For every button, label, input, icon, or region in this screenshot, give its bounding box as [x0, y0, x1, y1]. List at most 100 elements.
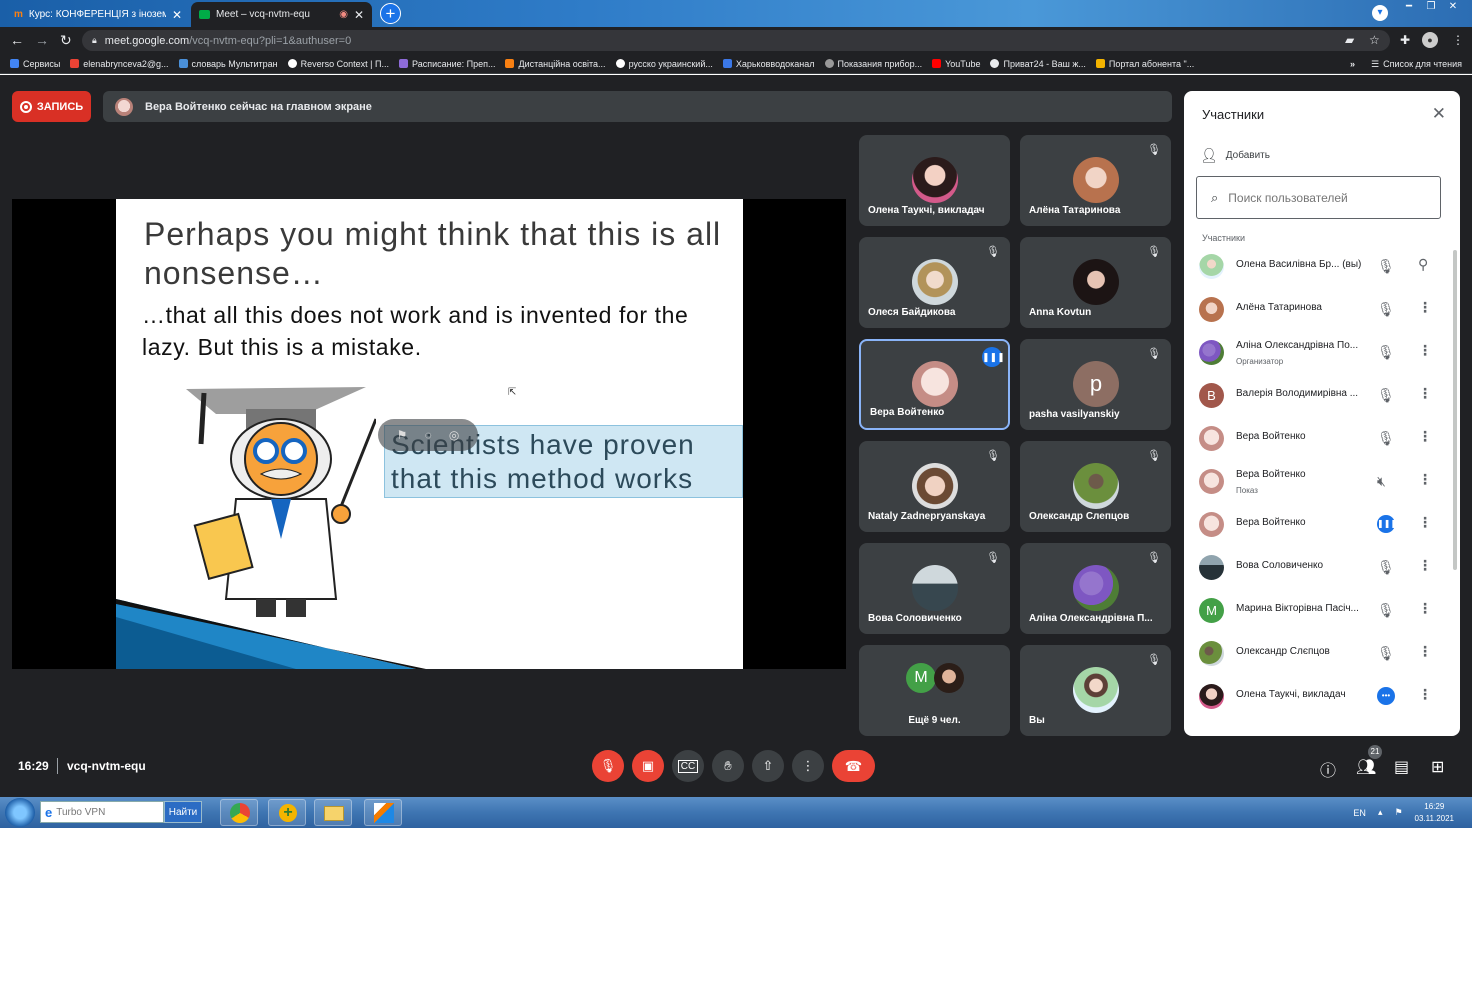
- browser-tab-course[interactable]: m Курс: КОНФЕРЕНЦІЯ з іноземно ✕: [6, 2, 190, 27]
- bookmark-star-icon[interactable]: ☆: [1369, 33, 1380, 47]
- more-bookmarks-button[interactable]: »: [1350, 59, 1355, 69]
- bookmark-item[interactable]: русско украинский...: [615, 59, 713, 69]
- bookmark-item[interactable]: elenabrynceva2@g...: [70, 59, 169, 69]
- taskbar-chrome[interactable]: [220, 799, 258, 826]
- bookmark-item[interactable]: Харьковводоканал: [722, 59, 815, 69]
- more-options-icon[interactable]: ⋮: [1418, 557, 1432, 574]
- bookmark-item[interactable]: Reverso Context | П...: [287, 59, 389, 69]
- reading-list-button[interactable]: ☰ Список для чтения: [1371, 59, 1462, 70]
- mic-off-icon[interactable]: 🎙︎: [1377, 344, 1395, 361]
- restore-icon[interactable]: ❐: [1420, 0, 1442, 14]
- participant-tile[interactable]: 🎙︎ Олеся Байдикова: [859, 237, 1010, 328]
- more-icon[interactable]: ◎: [449, 428, 459, 442]
- mic-off-icon[interactable]: 🎙︎: [1377, 602, 1395, 619]
- leave-call-button[interactable]: ☎︎: [832, 750, 875, 782]
- participant-row[interactable]: Вера Войтенко Показ 🔇︎ ⋮: [1184, 460, 1460, 503]
- participant-tile[interactable]: p 🎙︎ pasha vasilyanskiy: [1020, 339, 1171, 430]
- start-button[interactable]: [5, 798, 35, 827]
- participant-row[interactable]: M Марина Вікторівна Пасіч... 🎙︎ ⋮: [1184, 589, 1460, 632]
- taskbar-search-field[interactable]: e Turbo VPN: [40, 801, 164, 823]
- taskbar-find-button[interactable]: Найти: [164, 801, 202, 823]
- bookmark-item[interactable]: Портал абонента "...: [1095, 59, 1194, 69]
- close-tab-icon[interactable]: ✕: [172, 8, 182, 22]
- mic-off-icon[interactable]: 🎙︎: [1377, 559, 1395, 576]
- participant-row[interactable]: Вера Войтенко ❚❚❚ ⋮: [1184, 503, 1460, 546]
- reload-icon[interactable]: ↻: [60, 32, 72, 49]
- participant-row[interactable]: Вова Соловиченко 🎙︎ ⋮: [1184, 546, 1460, 589]
- more-options-icon[interactable]: ⋮: [1418, 514, 1432, 531]
- participant-row[interactable]: Олександр Слєпцов 🎙︎ ⋮: [1184, 632, 1460, 675]
- mic-off-icon[interactable]: 🎙︎: [1377, 387, 1395, 404]
- address-bar[interactable]: 🔒︎ meet.google.com/vcq-nvtm-equ?pli=1&au…: [82, 30, 1390, 51]
- forward-arrow-icon[interactable]: →: [35, 32, 49, 48]
- chat-icon[interactable]: ▤: [1394, 757, 1409, 777]
- new-tab-button[interactable]: +: [380, 3, 401, 24]
- taskbar-clock[interactable]: 16:29 03.11.2021: [1415, 801, 1454, 825]
- mic-off-icon[interactable]: 🎙︎: [1377, 645, 1395, 662]
- talking-dots-icon[interactable]: •••: [1377, 687, 1395, 705]
- more-options-icon[interactable]: ⋮: [1418, 342, 1432, 359]
- tray-arrow-icon[interactable]: ▴: [1378, 807, 1383, 818]
- recording-button[interactable]: ЗАПИСЬ: [12, 91, 91, 122]
- participant-tile[interactable]: 🎙︎ Вова Соловиченко: [859, 543, 1010, 634]
- browser-tab-meet[interactable]: Meet – vcq-nvtm-equ ◉ ✕: [191, 2, 372, 27]
- more-options-icon[interactable]: ⋮: [1418, 686, 1432, 703]
- bookmark-item[interactable]: Дистанційна освіта...: [505, 59, 606, 69]
- more-participants-tile[interactable]: M Ещё 9 чел.: [859, 645, 1010, 736]
- search-input[interactable]: [1228, 190, 1429, 205]
- close-icon[interactable]: ✕: [1432, 104, 1446, 124]
- camera-toggle-button[interactable]: ▣: [632, 750, 664, 782]
- participant-tile[interactable]: 🎙︎ Олександр Слепцов: [1020, 441, 1171, 532]
- flag-icon[interactable]: ⚑: [1394, 807, 1402, 818]
- activities-icon[interactable]: ⊞: [1431, 757, 1444, 777]
- meeting-info-icon[interactable]: ⓘ: [1320, 757, 1336, 781]
- bookmark-item[interactable]: Приват24 - Ваш ж...: [990, 59, 1086, 69]
- bookmark-item[interactable]: Расписание: Преп...: [398, 59, 495, 69]
- close-window-icon[interactable]: ✕: [1442, 0, 1464, 14]
- pin-icon[interactable]: ⚑: [397, 428, 408, 442]
- bookmark-item[interactable]: YouTube: [932, 59, 980, 69]
- add-people-button[interactable]: 👤︎ Добавить: [1200, 147, 1270, 164]
- participant-row[interactable]: Олена Василівна Бр... (вы) 🎙︎ ⚲: [1184, 245, 1460, 288]
- participant-tile[interactable]: 🎙︎ Nataly Zadnepryanskaya: [859, 441, 1010, 532]
- extensions-icon[interactable]: ✚: [1400, 33, 1410, 47]
- more-options-icon[interactable]: ⋮: [1418, 428, 1432, 445]
- back-arrow-icon[interactable]: ←: [10, 32, 24, 48]
- participant-tile[interactable]: 🎙︎ Anna Kovtun: [1020, 237, 1171, 328]
- panel-scrollbar[interactable]: [1453, 250, 1457, 570]
- participant-row[interactable]: Олена Таукчі, викладач ••• ⋮: [1184, 675, 1460, 718]
- bookmark-item[interactable]: Показания прибор...: [824, 59, 922, 69]
- mic-toggle-button[interactable]: 🎙︎: [592, 750, 624, 782]
- tab-search-icon[interactable]: ▾: [1372, 5, 1388, 21]
- search-field[interactable]: ⌕: [1196, 176, 1441, 219]
- participant-row[interactable]: Аліна Олександрівна По... Организатор 🎙︎…: [1184, 331, 1460, 374]
- more-options-icon[interactable]: ⋮: [1418, 600, 1432, 617]
- language-indicator[interactable]: EN: [1353, 808, 1366, 818]
- close-tab-icon[interactable]: ✕: [354, 8, 364, 22]
- more-options-icon[interactable]: ⋮: [1418, 385, 1432, 402]
- kebab-menu-icon[interactable]: ⋮: [1452, 33, 1464, 47]
- participant-row[interactable]: Вера Войтенко 🎙︎ ⋮: [1184, 417, 1460, 460]
- bookmark-item[interactable]: словарь Мультитран: [178, 59, 278, 69]
- taskbar-app[interactable]: +: [268, 799, 306, 826]
- taskbar-app[interactable]: [364, 799, 402, 826]
- more-options-button[interactable]: ⋮: [792, 750, 824, 782]
- mic-off-icon[interactable]: 🎙︎: [1377, 258, 1395, 275]
- more-options-icon[interactable]: ⋮: [1418, 471, 1432, 488]
- camera-blocked-icon[interactable]: ▰: [1345, 33, 1354, 47]
- minimize-icon[interactable]: ━: [1398, 0, 1420, 14]
- presentation-stage[interactable]: Perhaps you might think that this is all…: [12, 199, 846, 669]
- participant-tile[interactable]: Олена Таукчі, викладач: [859, 135, 1010, 226]
- raise-hand-button[interactable]: ✋︎: [712, 750, 744, 782]
- people-icon[interactable]: 👥︎: [1356, 757, 1376, 777]
- participant-tile[interactable]: 🎙︎ Аліна Олександрівна П...: [1020, 543, 1171, 634]
- participant-tile[interactable]: 🎙︎ Алёна Татаринова: [1020, 135, 1171, 226]
- mic-icon[interactable]: ◌: [425, 428, 432, 442]
- speaking-indicator-icon[interactable]: ❚❚❚: [1377, 515, 1397, 533]
- more-options-icon[interactable]: ⋮: [1418, 299, 1432, 316]
- pin-icon[interactable]: ⚲: [1418, 256, 1428, 273]
- present-screen-button[interactable]: ⇧: [752, 750, 784, 782]
- profile-avatar-icon[interactable]: ●: [1422, 32, 1438, 48]
- bookmark-item[interactable]: Сервисы: [10, 59, 60, 69]
- participant-row[interactable]: В Валерія Володимирівна ... 🎙︎ ⋮: [1184, 374, 1460, 417]
